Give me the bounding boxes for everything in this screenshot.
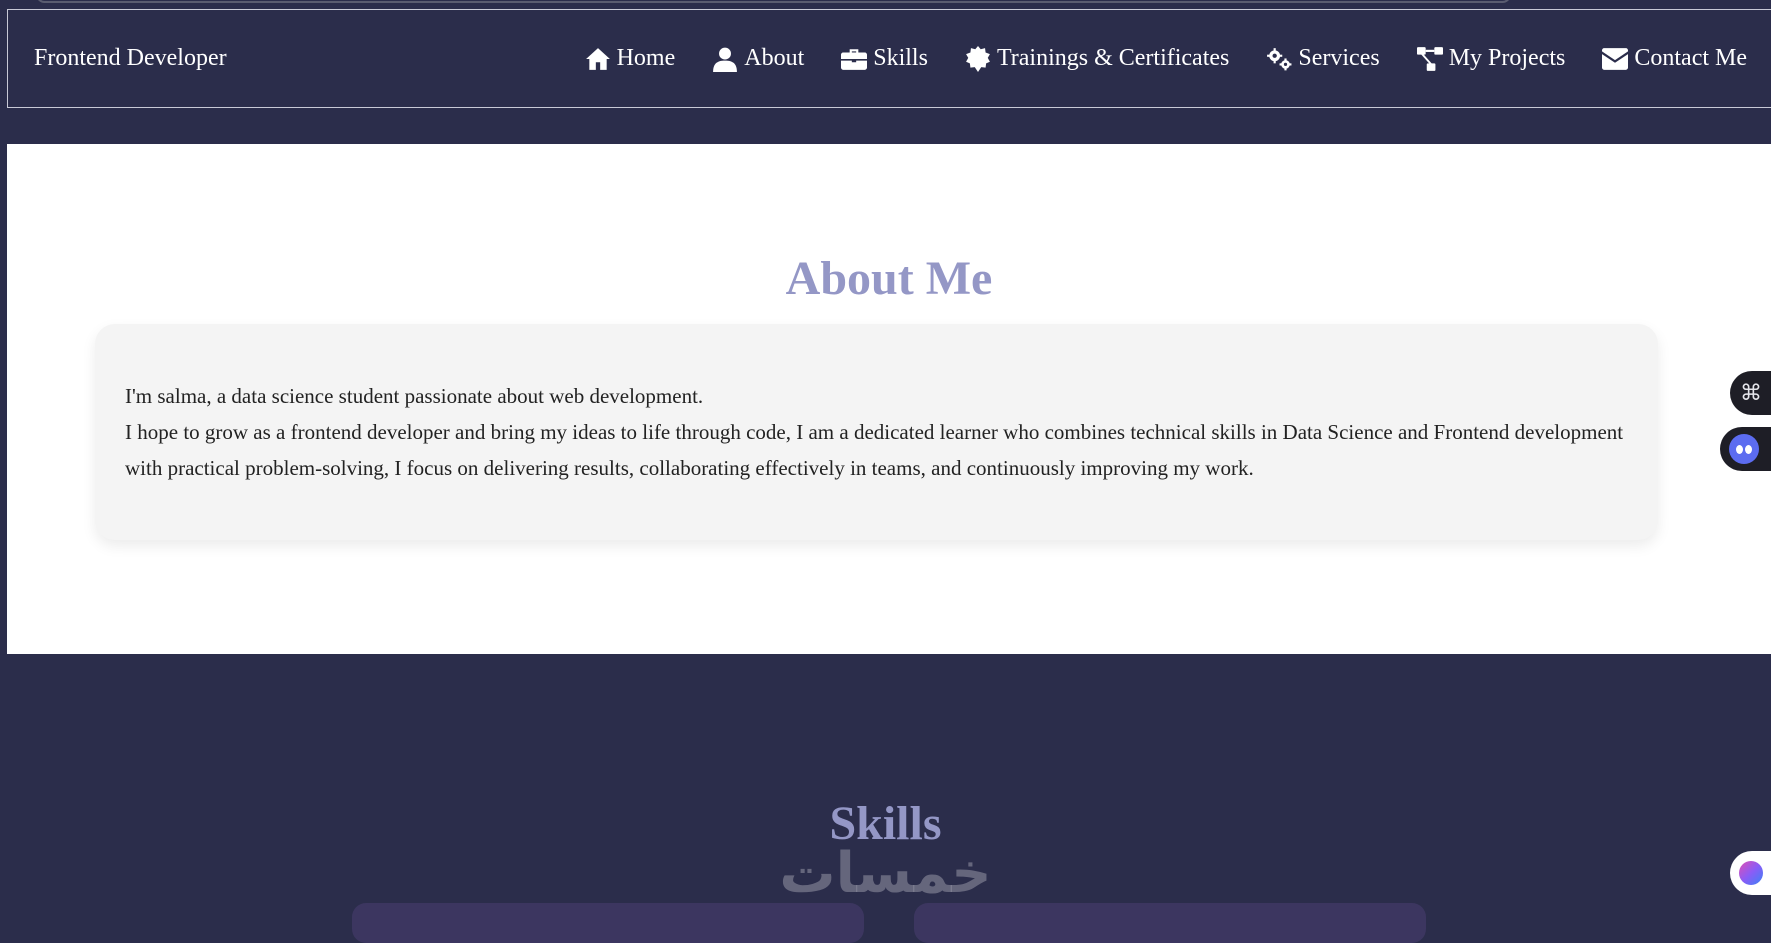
skill-card	[914, 903, 1426, 943]
browser-top-strip	[36, 0, 1511, 3]
gears-icon	[1267, 47, 1292, 70]
briefcase-icon	[841, 48, 868, 70]
project-diagram-icon	[1416, 46, 1443, 71]
user-icon	[713, 47, 738, 72]
nav-link-home[interactable]: Home	[585, 45, 676, 72]
nav-link-about[interactable]: About	[712, 45, 804, 72]
about-card: I'm salma, a data science student passio…	[95, 324, 1658, 540]
nav-link-label: My Projects	[1448, 45, 1566, 71]
floating-brain-button[interactable]	[1730, 851, 1771, 895]
home-icon	[585, 47, 610, 70]
nav-links: Home About Skills Trainings & Certificat…	[548, 45, 1747, 72]
nav-link-trainings[interactable]: Trainings & Certificates	[965, 45, 1229, 72]
about-intro-text: I'm salma, a data science student passio…	[125, 384, 704, 408]
nav-link-label: Trainings & Certificates	[996, 45, 1230, 71]
nav-link-skills[interactable]: Skills	[841, 45, 928, 72]
about-section: About Me I'm salma, a data science stude…	[7, 144, 1771, 654]
nav-link-contact[interactable]: Contact Me	[1602, 45, 1747, 72]
khamsat-watermark: خمسات	[779, 841, 992, 906]
nav-link-label: Contact Me	[1634, 45, 1747, 71]
skill-card	[352, 903, 864, 943]
about-title: About Me	[785, 252, 993, 305]
floating-grid-button[interactable]: ⌘	[1730, 371, 1771, 415]
nav-link-services[interactable]: Services	[1266, 45, 1380, 72]
nav-link-projects[interactable]: My Projects	[1416, 45, 1566, 72]
brand-title: Frontend Developer	[34, 45, 227, 71]
certificate-icon	[966, 45, 990, 72]
assistant-face-icon	[1729, 434, 1759, 464]
envelope-icon	[1602, 47, 1629, 70]
nav-link-label: Home	[616, 45, 676, 71]
nav-link-label: Services	[1298, 45, 1380, 71]
nav-link-label: About	[744, 45, 805, 71]
about-description-text: I hope to grow as a frontend developer a…	[125, 420, 1624, 480]
nav-link-label: Skills	[873, 45, 928, 71]
command-icon: ⌘	[1740, 380, 1762, 406]
navbar: Frontend Developer Home About Skills Tra…	[7, 9, 1771, 108]
brain-icon	[1739, 861, 1763, 885]
floating-assistant-button[interactable]	[1720, 427, 1771, 471]
